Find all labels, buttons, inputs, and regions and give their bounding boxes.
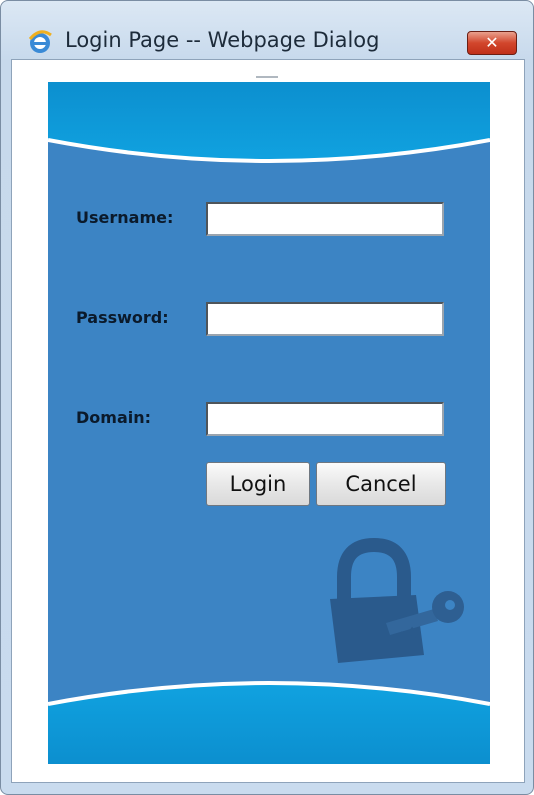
padlock-key-icon xyxy=(330,537,464,663)
top-wave-banner xyxy=(48,82,490,163)
close-icon: ✕ xyxy=(485,33,499,52)
domain-label: Domain: xyxy=(76,408,152,427)
username-label: Username: xyxy=(76,208,174,227)
login-button[interactable]: Login xyxy=(206,462,310,506)
username-input[interactable] xyxy=(206,202,444,236)
resize-grip xyxy=(256,76,278,78)
bottom-wave-banner xyxy=(48,681,490,764)
cancel-button[interactable]: Cancel xyxy=(316,462,446,506)
domain-input[interactable] xyxy=(206,402,444,436)
login-panel: Username: Password: Domain: Login Cancel xyxy=(48,82,490,764)
close-button[interactable]: ✕ xyxy=(467,31,517,55)
password-label: Password: xyxy=(76,308,169,327)
internet-explorer-icon xyxy=(28,30,52,53)
dialog-content: Username: Password: Domain: Login Cancel xyxy=(11,59,525,783)
password-input[interactable] xyxy=(206,302,444,336)
dialog-window: Login Page -- Webpage Dialog ✕ Username:… xyxy=(0,0,534,795)
title-bar[interactable]: Login Page -- Webpage Dialog ✕ xyxy=(1,1,533,59)
window-title: Login Page -- Webpage Dialog xyxy=(65,28,380,52)
